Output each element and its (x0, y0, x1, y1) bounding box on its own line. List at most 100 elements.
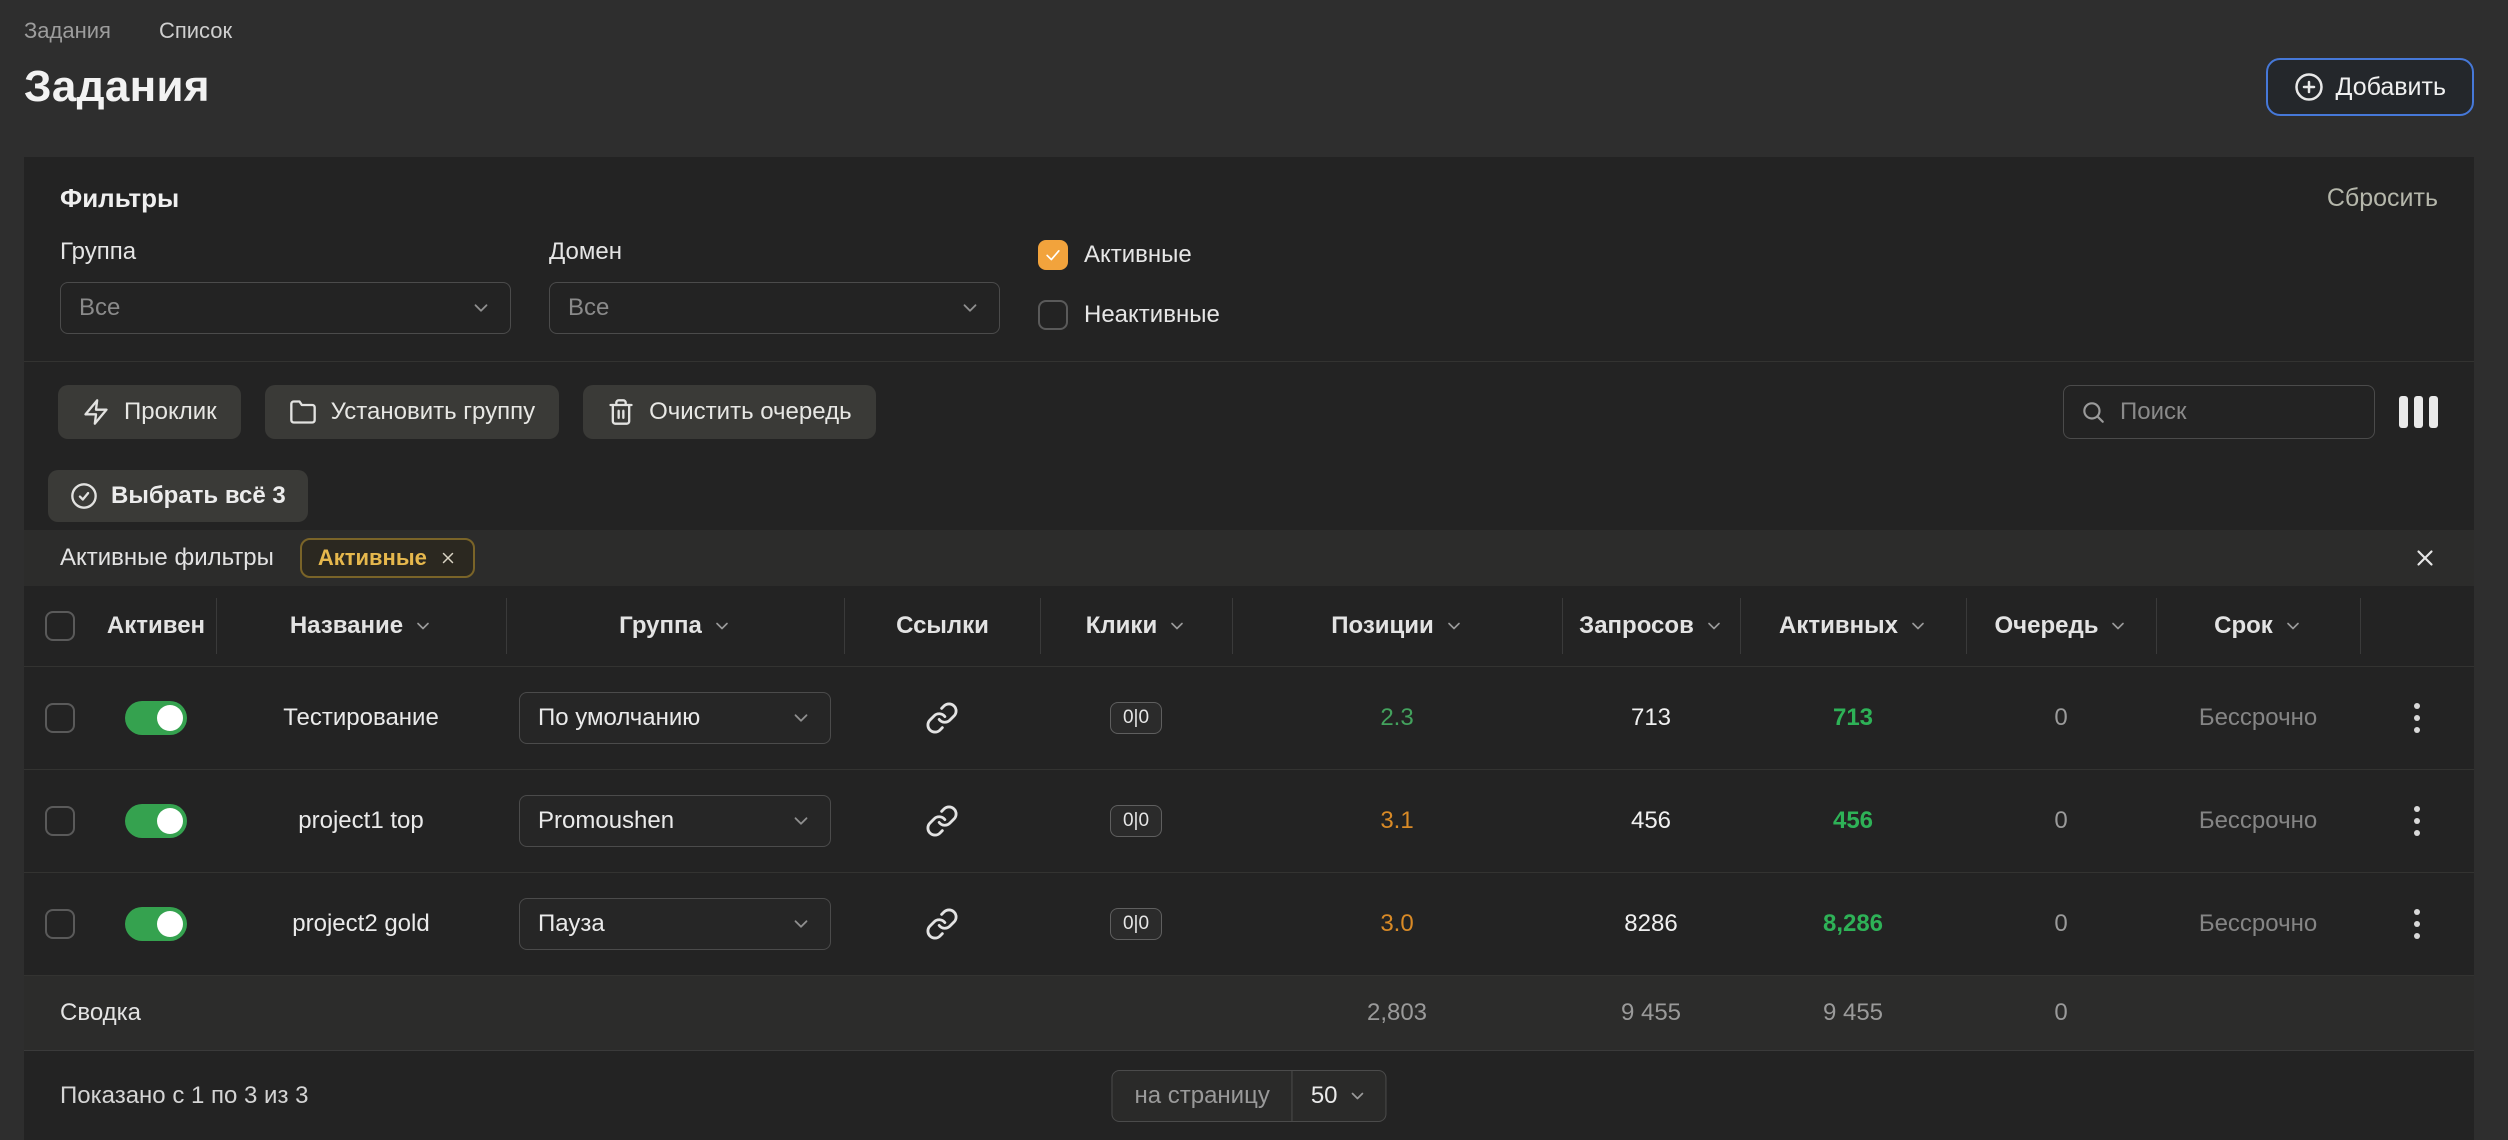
table-row: project2 gold Пауза 0|0 3.0 8286 8,286 0… (24, 872, 2474, 975)
per-page-value: 50 (1311, 1082, 1338, 1110)
row-group-select[interactable]: Пауза (519, 898, 831, 950)
search-icon (2080, 399, 2106, 425)
row-active-toggle[interactable] (125, 804, 187, 838)
domain-filter-value: Все (568, 294, 609, 322)
zap-icon (82, 398, 110, 426)
row-group-select[interactable]: Promoushen (519, 795, 831, 847)
term-value: Бессрочно (2156, 807, 2360, 835)
summary-positions: 2,803 (1232, 999, 1562, 1027)
positions-value: 3.0 (1232, 910, 1562, 938)
requests-value: 8286 (1562, 910, 1740, 938)
clicks-badge: 0|0 (1110, 908, 1162, 940)
columns-settings-icon[interactable] (2399, 396, 2438, 428)
header-select-checkbox[interactable] (45, 611, 75, 641)
column-header-term[interactable]: Срок (2156, 598, 2360, 654)
row-name: project2 gold (216, 910, 506, 938)
clear-all-filters-icon[interactable] (2412, 545, 2438, 571)
group-filter-field: Группа Все (60, 238, 511, 334)
search-box (2063, 385, 2375, 439)
breadcrumb-root[interactable]: Задания (24, 18, 111, 44)
column-header-requests[interactable]: Запросов (1562, 598, 1740, 654)
select-all-row: Выбрать всё 3 (24, 462, 2474, 530)
column-header-queue[interactable]: Очередь (1966, 598, 2156, 654)
row-active-toggle[interactable] (125, 701, 187, 735)
select-all-button[interactable]: Выбрать всё 3 (48, 470, 308, 522)
chevron-down-icon (959, 297, 981, 319)
requests-value: 713 (1562, 704, 1740, 732)
queue-value: 0 (1966, 807, 2156, 835)
active-checkbox[interactable] (1038, 240, 1068, 270)
pagination-bar: Показано с 1 по 3 из 3 на страницу 50 (24, 1050, 2474, 1140)
tasks-page: Задания Список Задания Добавить Фильтры … (0, 0, 2508, 1140)
per-page-select[interactable]: на страницу 50 (1111, 1070, 1386, 1122)
column-header-group[interactable]: Группа (506, 598, 844, 654)
select-all-label: Выбрать всё 3 (111, 482, 286, 510)
row-menu-icon[interactable] (2406, 798, 2428, 844)
chip-remove-icon[interactable] (439, 549, 457, 567)
row-group-value: Promoushen (538, 807, 674, 835)
active-checkbox-row[interactable]: Активные (1038, 240, 1220, 270)
trash-icon (607, 398, 635, 426)
inactive-checkbox[interactable] (1038, 300, 1068, 330)
inactive-checkbox-row[interactable]: Неактивные (1038, 300, 1220, 330)
check-circle-icon (70, 482, 98, 510)
queue-value: 0 (1966, 910, 2156, 938)
filter-chip-active[interactable]: Активные (300, 538, 475, 578)
reset-filters-button[interactable]: Сбросить (2327, 184, 2438, 213)
sort-chevron-icon (712, 616, 732, 636)
column-header-active-count[interactable]: Активных (1740, 598, 1966, 654)
row-menu-icon[interactable] (2406, 901, 2428, 947)
active-count-value: 456 (1740, 807, 1966, 835)
chevron-down-icon (790, 707, 812, 729)
active-filters-bar: Активные фильтры Активные (24, 530, 2474, 586)
link-icon[interactable] (925, 907, 959, 941)
row-menu-icon[interactable] (2406, 695, 2428, 741)
link-icon[interactable] (925, 701, 959, 735)
table-row: project1 top Promoushen 0|0 3.1 456 456 … (24, 769, 2474, 872)
search-input[interactable] (2120, 398, 2358, 426)
chevron-right-icon (127, 23, 143, 39)
active-count-value: 8,286 (1740, 910, 1966, 938)
column-header-actions (2360, 598, 2474, 654)
row-name: project1 top (216, 807, 506, 835)
chevron-down-icon (790, 913, 812, 935)
link-icon[interactable] (925, 804, 959, 838)
chevron-down-icon (790, 810, 812, 832)
summary-requests: 9 455 (1562, 999, 1740, 1027)
active-checkbox-label: Активные (1084, 241, 1192, 269)
proklik-button-label: Проклик (124, 398, 217, 426)
set-group-button[interactable]: Установить группу (265, 385, 559, 439)
group-filter-label: Группа (60, 238, 511, 266)
row-active-toggle[interactable] (125, 907, 187, 941)
table-header: Активен Название Группа Ссылки Клики Поз… (24, 586, 2474, 666)
add-button[interactable]: Добавить (2266, 58, 2475, 116)
row-checkbox[interactable] (45, 909, 75, 939)
column-header-name[interactable]: Название (216, 598, 506, 654)
proklik-button[interactable]: Проклик (58, 385, 241, 439)
group-filter-select[interactable]: Все (60, 282, 511, 334)
summary-label: Сводка (24, 999, 506, 1027)
top-area: Задания Список Задания Добавить (0, 0, 2508, 157)
plus-circle-icon (2294, 72, 2324, 102)
row-checkbox[interactable] (45, 806, 75, 836)
sort-chevron-icon (1444, 616, 1464, 636)
inactive-checkbox-label: Неактивные (1084, 301, 1220, 329)
sort-chevron-icon (1704, 616, 1724, 636)
breadcrumb: Задания Список (24, 18, 2474, 44)
row-group-select[interactable]: По умолчанию (519, 692, 831, 744)
row-checkbox[interactable] (45, 703, 75, 733)
folder-icon (289, 398, 317, 426)
domain-filter-select[interactable]: Все (549, 282, 1000, 334)
term-value: Бессрочно (2156, 704, 2360, 732)
column-header-positions[interactable]: Позиции (1232, 598, 1562, 654)
chevron-down-icon (470, 297, 492, 319)
toolbar: Проклик Установить группу Очистить очере… (24, 362, 2474, 462)
domain-filter-label: Домен (549, 238, 1000, 266)
clear-queue-button[interactable]: Очистить очередь (583, 385, 876, 439)
requests-value: 456 (1562, 807, 1740, 835)
active-filters-label: Активные фильтры (60, 544, 274, 572)
column-header-clicks[interactable]: Клики (1040, 598, 1232, 654)
check-icon (1043, 245, 1063, 265)
clear-queue-button-label: Очистить очередь (649, 398, 852, 426)
summary-row: Сводка 2,803 9 455 9 455 0 (24, 975, 2474, 1050)
